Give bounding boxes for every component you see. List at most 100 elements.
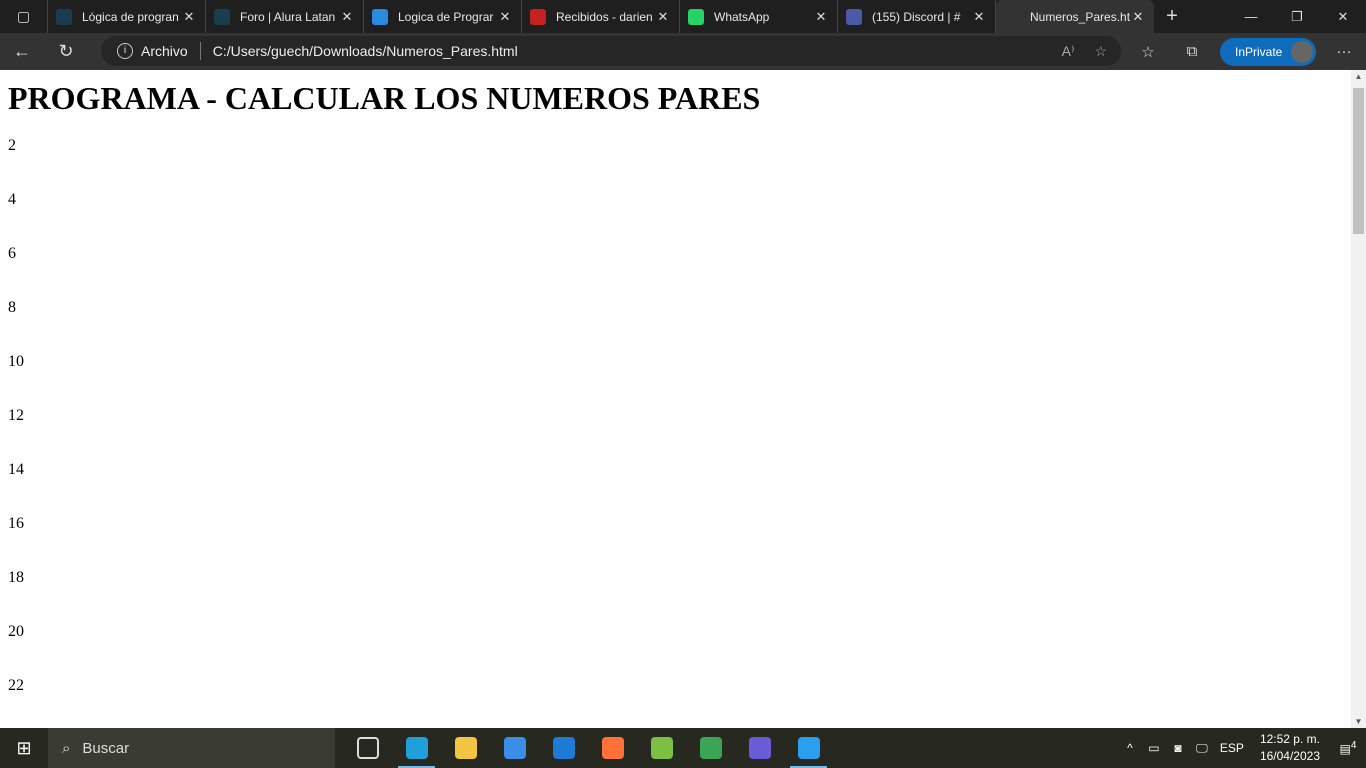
app-glyph (552, 737, 575, 759)
search-placeholder: Buscar (82, 739, 130, 757)
search-box[interactable]: ⌕ Buscar (48, 728, 335, 768)
number-item: 8 (8, 299, 16, 316)
tab[interactable]: Foro | Alura Latan ✕ (206, 0, 364, 33)
minimize-icon[interactable]: — (1228, 0, 1274, 33)
number-item: 2 (8, 137, 16, 154)
add-favorite-icon[interactable]: ☆ (1094, 43, 1107, 60)
close-tab-icon[interactable]: ✕ (497, 9, 513, 25)
close-tab-icon[interactable]: ✕ (1130, 9, 1146, 25)
number-item: 14 (8, 461, 24, 478)
page-title: PROGRAMA - CALCULAR LOS NUMEROS PARES (8, 80, 761, 116)
page-content: PROGRAMA - CALCULAR LOS NUMEROS PARES 2 4… (0, 70, 1351, 728)
collections-icon[interactable]: ⧉ (1170, 43, 1214, 60)
tab-title: (155) Discord | # (872, 9, 961, 24)
app-glyph (405, 737, 428, 759)
chevron-up-icon[interactable]: ^ (1118, 741, 1142, 755)
tab-title: Foro | Alura Latan (240, 9, 336, 24)
restore-icon[interactable]: ❐ (1274, 0, 1320, 33)
battery-icon[interactable]: ▭ (1142, 741, 1166, 755)
clock[interactable]: 12:52 p. m. 16/04/2023 (1260, 731, 1320, 765)
number-item: 16 (8, 515, 24, 532)
close-tab-icon[interactable]: ✕ (339, 9, 355, 25)
scroll-down-icon[interactable]: ▼ (1351, 717, 1366, 726)
app-glyph (797, 737, 820, 759)
notification-count: 4 (1350, 740, 1357, 751)
tab[interactable]: WhatsApp ✕ (680, 0, 838, 33)
notifications-icon[interactable]: ▤4 (1330, 740, 1366, 756)
divider (199, 42, 201, 60)
info-icon[interactable]: i (117, 43, 133, 59)
app-glyph (650, 737, 673, 759)
whatsapp-icon (688, 8, 704, 25)
discord-icon (846, 8, 862, 25)
close-tab-icon[interactable]: ✕ (971, 9, 987, 25)
copilot-app-icon[interactable] (735, 728, 784, 768)
security-label: Archivo (141, 43, 188, 59)
microsoft-store-icon[interactable] (490, 728, 539, 768)
read-aloud-icon[interactable]: A⁾ (1062, 43, 1075, 60)
number-item: 22 (8, 677, 24, 694)
close-tab-icon[interactable]: ✕ (181, 9, 197, 25)
notes-app-icon[interactable] (686, 728, 735, 768)
tab-title: WhatsApp (714, 9, 770, 24)
app-glyph (503, 737, 526, 759)
app-glyph (356, 737, 379, 759)
tab-title: Numeros_Pares.ht (1030, 9, 1130, 24)
task-view-icon[interactable] (343, 728, 392, 768)
close-window-icon[interactable]: ✕ (1320, 0, 1366, 33)
address-bar[interactable]: i Archivo C:/Users/guech/Downloads/Numer… (101, 36, 1121, 66)
scrollbar-thumb[interactable] (1353, 88, 1364, 234)
tab[interactable]: Logica de Prograr ✕ (364, 0, 522, 33)
new-tab-button[interactable]: + (1154, 5, 1190, 28)
app-glyph (601, 737, 624, 759)
mail-icon[interactable] (539, 728, 588, 768)
tab-title: Lógica de progran (82, 9, 179, 24)
tab[interactable]: Lógica de progran ✕ (48, 0, 206, 33)
browser-toolbar: ← ↻ i Archivo C:/Users/guech/Downloads/N… (0, 33, 1366, 70)
tab-title: Logica de Prograr (398, 9, 494, 24)
avatar (1291, 40, 1313, 63)
tab-bar: ▢ Lógica de progran ✕ Foro | Alura Latan ✕ L… (0, 0, 1366, 33)
scrollbar[interactable]: ▲ ▼ (1351, 70, 1366, 728)
windows-start-icon[interactable]: ⊞ (0, 738, 48, 759)
url-text[interactable]: C:/Users/guech/Downloads/Numeros_Pares.h… (213, 43, 518, 59)
tab[interactable]: Recibidos - darien ✕ (522, 0, 680, 33)
tab-title: Recibidos - darien (556, 9, 653, 24)
gmail-icon (530, 8, 546, 25)
app-glyph (699, 737, 722, 759)
file-explorer-icon[interactable] (441, 728, 490, 768)
app-glyph (748, 737, 771, 759)
inprivate-button[interactable]: InPrivate (1220, 37, 1316, 66)
tab[interactable]: (155) Discord | # ✕ (838, 0, 996, 33)
number-item: 4 (8, 191, 16, 208)
camera-icon[interactable]: ◙ (1166, 741, 1190, 755)
number-item: 18 (8, 569, 24, 586)
network-icon[interactable]: 🖵 (1190, 741, 1214, 756)
language-indicator[interactable]: ESP (1214, 741, 1250, 755)
close-tab-icon[interactable]: ✕ (655, 9, 671, 25)
number-item: 10 (8, 353, 24, 370)
tab-actions-icon[interactable]: ▢ (0, 0, 48, 33)
back-icon[interactable]: ← (0, 41, 44, 62)
clock-date: 16/04/2023 (1259, 749, 1320, 763)
alura-icon (214, 8, 230, 25)
alura-icon (56, 8, 72, 25)
more-icon[interactable]: ··· (1322, 43, 1366, 60)
scroll-up-icon[interactable]: ▲ (1351, 72, 1366, 81)
edge-icon[interactable] (392, 728, 441, 768)
file-icon (1004, 8, 1020, 25)
app-glyph (454, 737, 477, 759)
favorites-icon[interactable]: ☆ (1126, 43, 1170, 61)
firefox-icon[interactable] (588, 728, 637, 768)
taskbar: ⊞ ⌕ Buscar ^ ▭ ◙ 🖵 ESP 12:52 p. m. 16/04… (0, 728, 1366, 768)
clock-time: 12:52 p. m. (1259, 732, 1320, 746)
close-tab-icon[interactable]: ✕ (813, 9, 829, 25)
tab[interactable]: Numeros_Pares.ht ✕ (996, 0, 1154, 33)
onedrive-icon (372, 8, 388, 25)
cloud-app-icon[interactable] (637, 728, 686, 768)
number-item: 6 (8, 245, 16, 262)
number-item: 20 (8, 623, 24, 640)
vscode-icon[interactable] (784, 728, 833, 768)
inprivate-label: InPrivate (1235, 44, 1283, 59)
refresh-icon[interactable]: ↻ (44, 41, 88, 62)
